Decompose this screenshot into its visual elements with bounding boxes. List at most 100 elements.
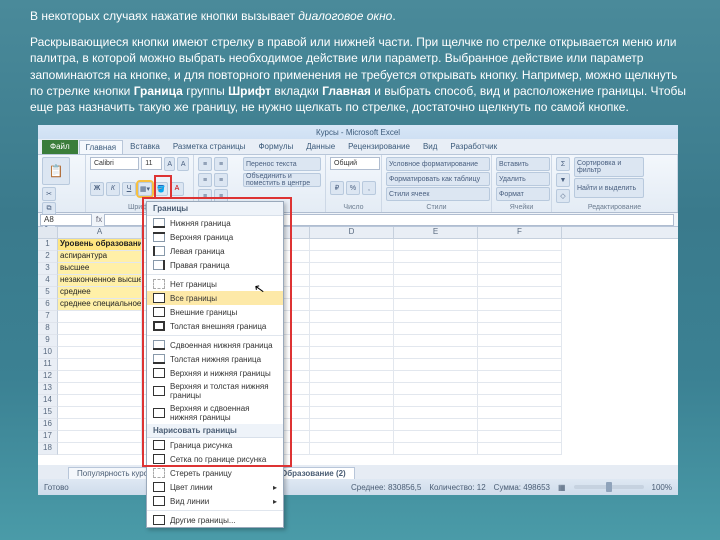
row-header[interactable]: 17 [38,431,58,443]
bold-button[interactable]: Ж [90,182,104,196]
cell[interactable] [478,311,562,323]
align-top-button[interactable]: ≡ [198,157,212,171]
cell[interactable] [394,347,478,359]
cut-button[interactable]: ✂ [42,187,56,201]
percent-button[interactable]: % [346,181,360,195]
tab-formulas[interactable]: Формулы [252,140,299,154]
cell[interactable] [58,419,142,431]
row-header[interactable]: 9 [38,335,58,347]
autosum-button[interactable]: Σ [556,157,570,171]
table-row[interactable]: 8 [38,323,678,335]
borders-menu-item[interactable]: Толстая нижняя граница [147,352,283,366]
zoom-percent[interactable]: 100% [652,483,672,492]
cell[interactable] [58,359,142,371]
cell[interactable] [394,287,478,299]
wrap-text-button[interactable]: Перенос текста [243,157,321,171]
borders-menu-item[interactable]: Верхняя и толстая нижняя границы [147,380,283,402]
cell[interactable] [394,299,478,311]
cell[interactable] [310,431,394,443]
merge-center-button[interactable]: Объединить и поместить в центре [243,173,321,187]
cell[interactable] [478,407,562,419]
cell[interactable]: среднее специальное [58,299,142,311]
file-tab[interactable]: Файл [42,140,78,154]
cell[interactable] [58,431,142,443]
borders-menu-item[interactable]: Вид линии▸ [147,494,283,508]
tab-view[interactable]: Вид [417,140,443,154]
cell[interactable] [394,335,478,347]
grow-font-button[interactable]: A [164,157,176,171]
cell[interactable] [58,347,142,359]
borders-menu-item[interactable]: Правая граница [147,258,283,272]
row-header[interactable]: 18 [38,443,58,455]
cell[interactable] [394,419,478,431]
conditional-formatting-button[interactable]: Условное форматирование [386,157,490,171]
cell[interactable] [478,359,562,371]
cell[interactable] [310,287,394,299]
cell[interactable] [310,347,394,359]
cell[interactable] [310,443,394,455]
cell[interactable] [394,371,478,383]
table-row[interactable]: 15 [38,407,678,419]
borders-menu-item[interactable]: Другие границы... [147,513,283,527]
cell[interactable] [394,443,478,455]
table-row[interactable]: 6 среднее специальное [38,299,678,311]
table-row[interactable]: 7 [38,311,678,323]
cell[interactable] [478,395,562,407]
cell[interactable] [58,323,142,335]
cell[interactable] [310,299,394,311]
cell[interactable] [310,335,394,347]
cell[interactable] [394,251,478,263]
cell[interactable] [310,359,394,371]
currency-button[interactable]: ₽ [330,181,344,195]
paste-button[interactable]: 📋 [42,157,70,185]
cell[interactable]: Уровень образования [58,239,142,251]
cell[interactable] [478,335,562,347]
borders-menu-item[interactable]: Нижняя граница [147,216,283,230]
align-mid-button[interactable]: ≡ [214,157,228,171]
cell[interactable] [478,275,562,287]
tab-insert[interactable]: Вставка [124,140,166,154]
row-header[interactable]: 15 [38,407,58,419]
cell[interactable]: незаконченное высшее [58,275,142,287]
cell[interactable] [310,419,394,431]
row-header[interactable]: 10 [38,347,58,359]
table-row[interactable]: 12 [38,371,678,383]
cell[interactable] [394,395,478,407]
find-select-button[interactable]: Найти и выделить [574,178,644,198]
zoom-slider[interactable] [574,485,644,489]
table-row[interactable]: 13 [38,383,678,395]
cell[interactable] [310,239,394,251]
row-header[interactable]: 14 [38,395,58,407]
cell[interactable] [478,323,562,335]
cell[interactable] [478,287,562,299]
cell[interactable] [478,431,562,443]
cell[interactable] [58,311,142,323]
shrink-font-button[interactable]: A [177,157,189,171]
cell[interactable] [478,371,562,383]
format-cells-button[interactable]: Формат [496,187,550,201]
cell[interactable] [310,275,394,287]
clear-button[interactable]: ◇ [556,189,570,203]
row-header[interactable]: 2 [38,251,58,263]
view-normal-icon[interactable]: ▦ [558,483,566,492]
table-row[interactable]: 4 незаконченное высшее [38,275,678,287]
cell[interactable] [310,323,394,335]
cell[interactable] [310,371,394,383]
row-header[interactable]: 8 [38,323,58,335]
cell[interactable] [310,251,394,263]
name-box[interactable]: A8 [40,214,92,226]
borders-menu-item[interactable]: Внешние границы [147,305,283,319]
borders-menu-item[interactable]: Граница рисунка [147,438,283,452]
col-header[interactable]: E [394,227,478,238]
cell[interactable] [310,383,394,395]
cell[interactable] [310,311,394,323]
col-header[interactable]: D [310,227,394,238]
table-row[interactable]: 3 высшее [38,263,678,275]
row-header[interactable]: 3 [38,263,58,275]
cell[interactable]: высшее [58,263,142,275]
cell[interactable] [394,311,478,323]
table-row[interactable]: 10 [38,347,678,359]
cell[interactable] [478,347,562,359]
table-row[interactable]: 9 [38,335,678,347]
col-header[interactable]: A [58,227,142,238]
